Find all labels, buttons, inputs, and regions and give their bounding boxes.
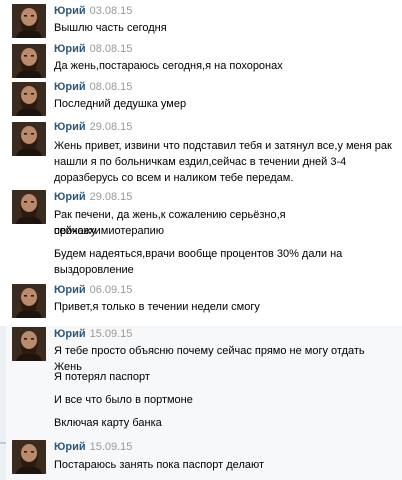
message-text: Будем надеяться,врачи вообще процентов 3…	[54, 248, 343, 260]
message-text: И все что было в портмоне	[54, 394, 193, 406]
scroll-edge	[0, 326, 6, 438]
message-text: Привет,я только в течении недели смогу	[54, 301, 260, 313]
avatar[interactable]	[12, 4, 46, 38]
sender-name[interactable]: Юрий	[54, 81, 86, 93]
avatar[interactable]	[12, 190, 46, 224]
message-date: 06.09.15	[89, 284, 133, 296]
sender-name[interactable]: Юрий	[54, 328, 86, 340]
message-text: Вышлю часть сегодня	[54, 22, 167, 34]
message-text: Да жень,постараюсь сегодня,я на похорона…	[54, 60, 283, 72]
message-text: выздоровление	[54, 264, 134, 276]
message-text: Включая карту банка	[54, 417, 162, 429]
avatar[interactable]	[12, 82, 46, 116]
message-text: Я потерял паспорт	[54, 371, 150, 383]
message-item: Юрий 29.08.15 Жень привет, извини что под…	[0, 121, 402, 188]
message-text: прохожу	[54, 225, 97, 237]
sender-name[interactable]: Юрий	[54, 441, 86, 453]
message-date: 15.09.15	[89, 328, 133, 340]
message-date: 29.08.15	[89, 121, 133, 133]
avatar[interactable]	[12, 122, 46, 156]
message-item: Юрий 15.09.15 Я тебе просто объясню почем…	[0, 326, 402, 438]
scroll-mark	[0, 442, 6, 444]
sender-name[interactable]: Юрий	[54, 191, 86, 203]
message-item: Юрий 29.08.15 Рак печени, да жень,к сожал…	[0, 190, 402, 282]
message-item: Юрий 08.08.15 Да жень,постараюсь сегодня,…	[0, 43, 402, 82]
sender-name[interactable]: Юрий	[54, 121, 86, 133]
message-text: нашли я по больничкам ездил,сейчас в теч…	[54, 156, 347, 168]
sender-name[interactable]: Юрий	[54, 5, 86, 17]
message-text: доразберусь со всем и наликом тебе перед…	[54, 172, 294, 184]
avatar[interactable]	[12, 44, 46, 78]
avatar[interactable]	[12, 284, 46, 318]
message-date: 29.08.15	[89, 191, 133, 203]
message-item: Юрий 08.08.15 Последний дедушка умер	[0, 81, 402, 122]
message-date: 15.09.15	[89, 441, 133, 453]
sender-name[interactable]: Юрий	[54, 43, 86, 55]
avatar[interactable]	[12, 440, 46, 474]
message-item: Юрий 03.08.15 Вышлю часть сегодня	[0, 0, 402, 44]
message-text: Постараюсь занять пока паспорт делают	[54, 459, 265, 471]
message-text: Жень привет, извини что подставил тебя и…	[54, 140, 392, 152]
message-date: 08.08.15	[89, 43, 133, 55]
sender-name[interactable]: Юрий	[54, 284, 86, 296]
message-item: Юрий 06.09.15 Привет,я только в течении н…	[0, 282, 402, 326]
avatar[interactable]	[12, 327, 46, 361]
message-text: Последний дедушка умер	[54, 98, 187, 110]
scroll-edge	[0, 438, 6, 480]
message-date: 03.08.15	[89, 5, 133, 17]
message-item: Юрий 15.09.15 Постараюсь занять пока пасп…	[0, 438, 402, 480]
message-date: 08.08.15	[89, 81, 133, 93]
